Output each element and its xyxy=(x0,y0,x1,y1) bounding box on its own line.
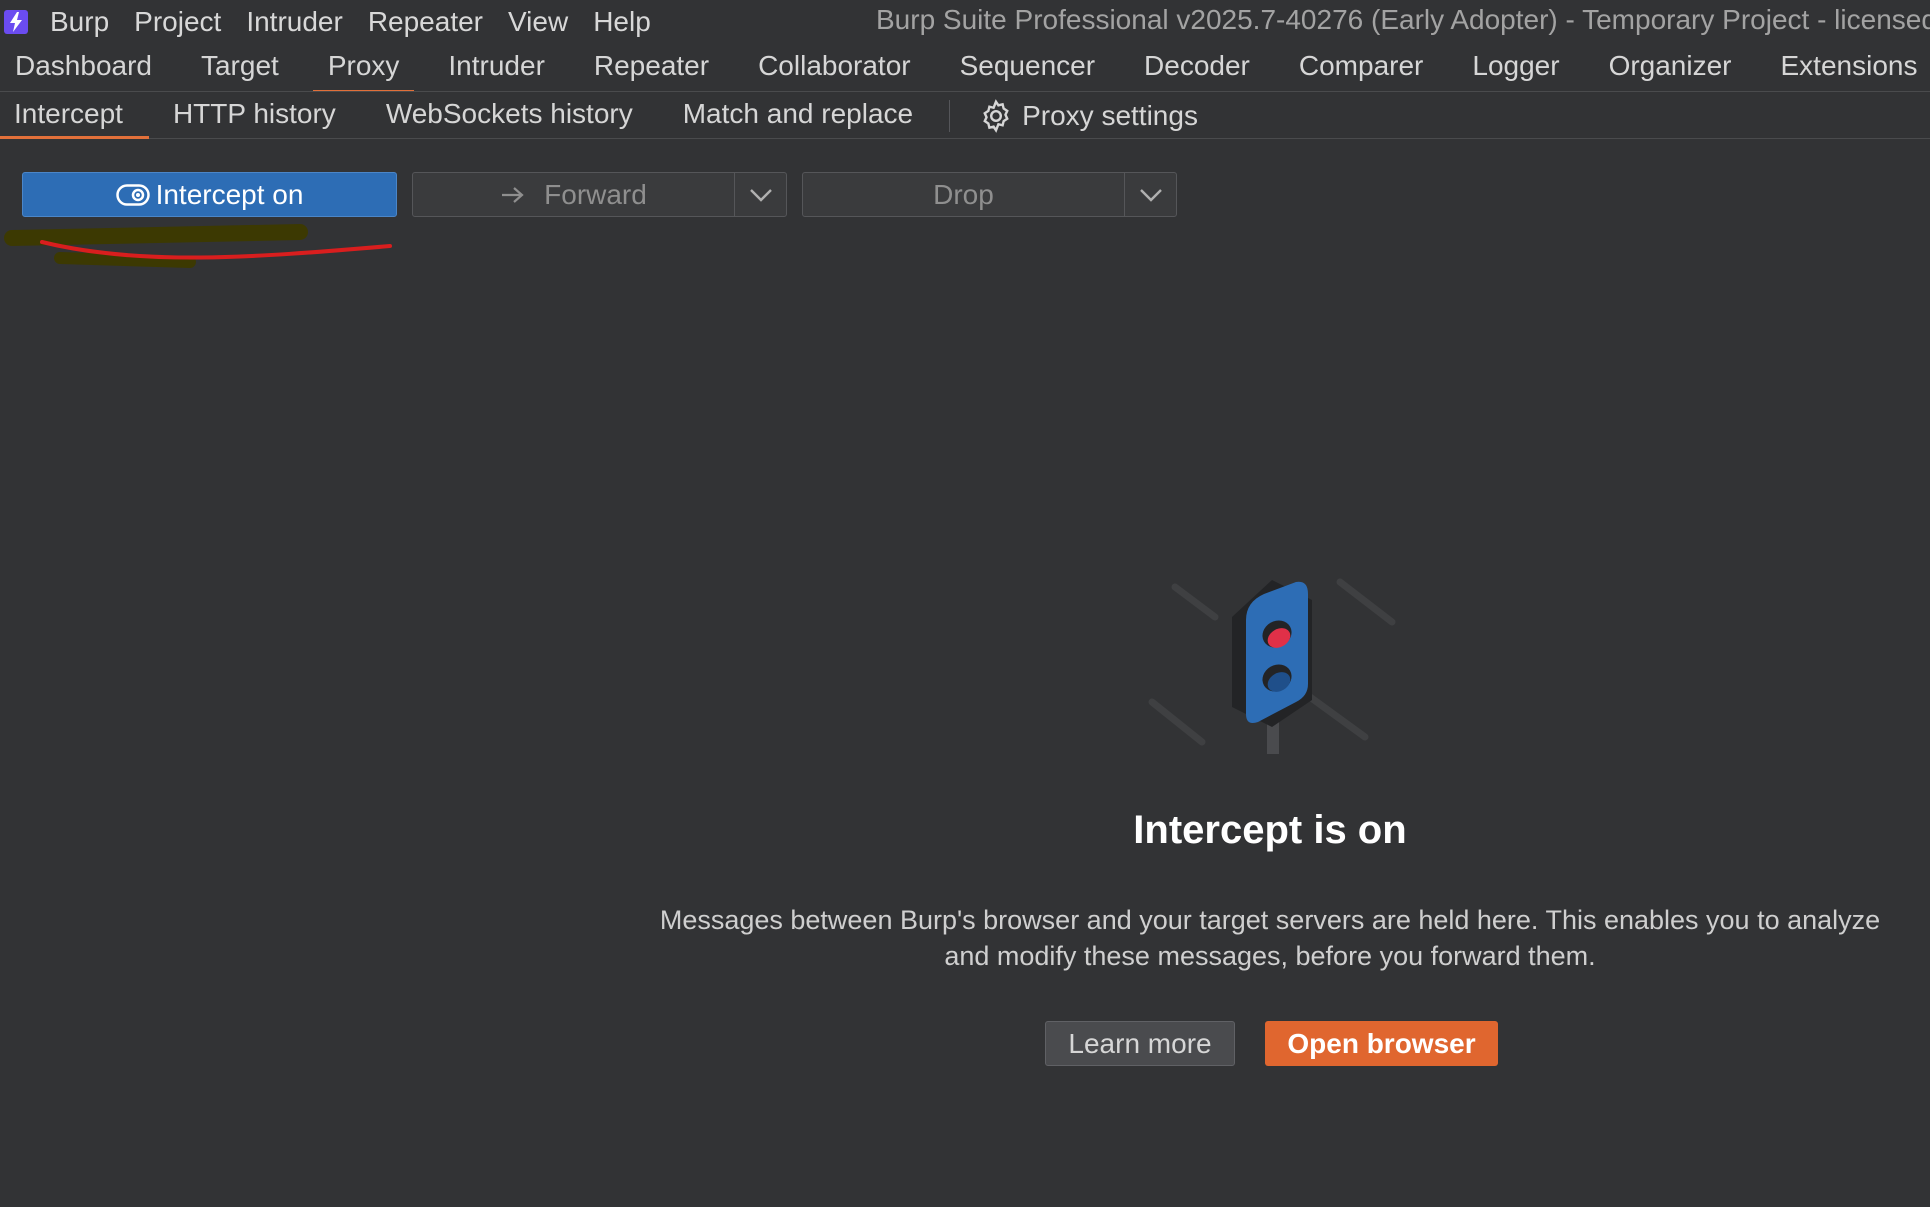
intercept-toggle-button[interactable]: Intercept on xyxy=(22,172,397,217)
menu-intruder[interactable]: Intruder xyxy=(246,6,343,38)
tab-collaborator[interactable]: Collaborator xyxy=(743,44,926,91)
annotation-scribble xyxy=(4,224,392,268)
drop-options-dropdown[interactable] xyxy=(1124,173,1176,216)
empty-state-title: Intercept is on xyxy=(1133,808,1407,852)
burp-lightning-icon xyxy=(4,10,28,34)
menu-help[interactable]: Help xyxy=(593,6,651,38)
menu-repeater[interactable]: Repeater xyxy=(368,6,483,38)
tab-repeater[interactable]: Repeater xyxy=(579,44,724,91)
forward-button[interactable]: Forward xyxy=(413,173,734,216)
empty-state-description: Messages between Burp's browser and your… xyxy=(659,905,1881,971)
gear-icon xyxy=(983,99,1009,133)
drop-button-group: Drop xyxy=(802,172,1177,217)
tab-comparer[interactable]: Comparer xyxy=(1284,44,1438,91)
tab-dashboard[interactable]: Dashboard xyxy=(0,44,167,91)
drop-button[interactable]: Drop xyxy=(803,173,1124,216)
forward-options-dropdown[interactable] xyxy=(734,173,786,216)
traffic-light-icon xyxy=(1148,578,1396,754)
intercept-toggle-label: Intercept on xyxy=(155,178,304,210)
tab-organizer[interactable]: Organizer xyxy=(1594,44,1747,91)
open-browser-button[interactable]: Open browser xyxy=(1265,1021,1498,1066)
arrow-right-icon xyxy=(502,186,524,203)
subtab-divider xyxy=(949,100,951,132)
proxy-settings-button[interactable]: Proxy settings xyxy=(978,92,1198,134)
menu-bar: Burp Project Intruder Repeater View Help… xyxy=(0,0,1930,44)
window-title: Burp Suite Professional v2025.7-40276 (E… xyxy=(876,4,1930,35)
tab-intruder[interactable]: Intruder xyxy=(433,44,560,91)
menu-burp[interactable]: Burp xyxy=(50,6,109,38)
menu-project[interactable]: Project xyxy=(134,6,221,38)
proxy-settings-label: Proxy settings xyxy=(1022,100,1198,131)
tab-extensions[interactable]: Extensions xyxy=(1766,44,1930,91)
tab-decoder[interactable]: Decoder xyxy=(1129,44,1265,91)
chevron-down-icon xyxy=(749,188,772,202)
menu-view[interactable]: View xyxy=(508,6,568,38)
subtab-websockets-history[interactable]: WebSockets history xyxy=(372,92,659,138)
forward-button-group: Forward xyxy=(412,172,787,217)
chevron-down-icon xyxy=(1139,188,1162,202)
drop-label: Drop xyxy=(933,178,994,210)
subtab-match-and-replace[interactable]: Match and replace xyxy=(669,92,939,138)
proxy-sub-tab-bar: Intercept HTTP history WebSockets histor… xyxy=(0,92,1930,139)
subtab-http-history[interactable]: HTTP history xyxy=(159,92,362,138)
main-tab-bar: Dashboard Target Proxy Intruder Repeater… xyxy=(0,44,1930,92)
tab-proxy[interactable]: Proxy xyxy=(312,44,415,91)
subtab-intercept[interactable]: Intercept xyxy=(0,92,149,139)
toggle-eye-icon xyxy=(115,183,150,206)
learn-more-button[interactable]: Learn more xyxy=(1045,1021,1235,1066)
tab-logger[interactable]: Logger xyxy=(1457,44,1574,91)
forward-label: Forward xyxy=(544,178,647,210)
tab-target[interactable]: Target xyxy=(186,44,294,91)
tab-sequencer[interactable]: Sequencer xyxy=(945,44,1110,91)
